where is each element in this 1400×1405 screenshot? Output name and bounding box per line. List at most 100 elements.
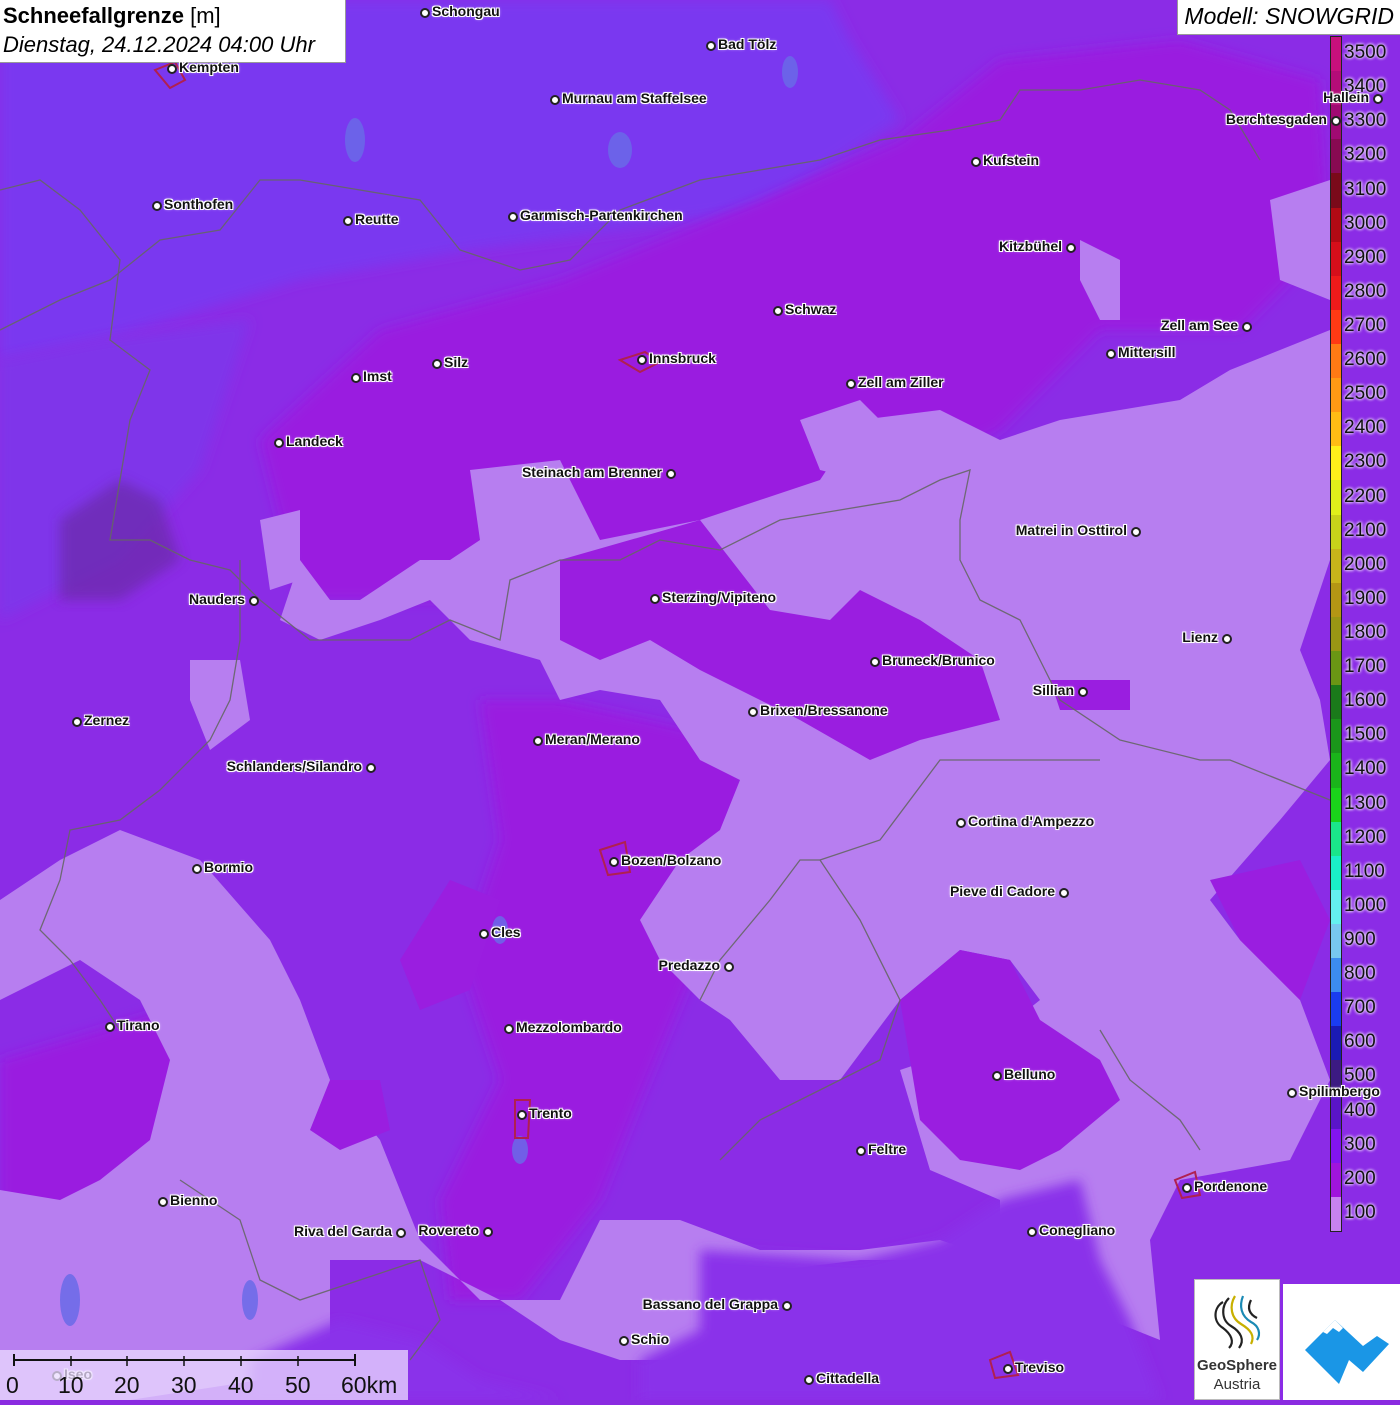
- snowgrid-app-icon[interactable]: [1283, 1284, 1400, 1400]
- city-dot-icon: [1131, 527, 1141, 537]
- scale-tick: 50: [285, 1372, 311, 1398]
- city-label: Bassano del Grappa: [642, 1296, 778, 1312]
- city-label: Garmisch-Partenkirchen: [520, 207, 683, 223]
- legend-color-swatch: [1331, 173, 1341, 209]
- city-dot-icon: [1222, 634, 1232, 644]
- city-dot-icon: [533, 736, 543, 746]
- legend-label: 1700: [1344, 656, 1387, 678]
- city-dot-icon: [396, 1228, 406, 1238]
- logo-name: GeoSphere: [1196, 1357, 1278, 1374]
- city-label: Trento: [529, 1105, 572, 1121]
- legend-label: 1500: [1344, 724, 1387, 746]
- legend-label: 600: [1344, 1031, 1376, 1053]
- city-dot-icon: [1331, 116, 1341, 126]
- legend-color-swatch: [1331, 719, 1341, 754]
- city-dot-icon: [971, 157, 981, 167]
- legend-color-swatch: [1331, 651, 1341, 686]
- city-label: Bad Tölz: [718, 36, 777, 52]
- legend-color-swatch: [1331, 958, 1341, 993]
- legend-label: 3000: [1344, 212, 1387, 234]
- legend-label: 2300: [1344, 451, 1387, 473]
- city-label: Nauders: [188, 591, 245, 607]
- city-dot-icon: [504, 1024, 514, 1034]
- map-title-box: Schneefallgrenze [m] Dienstag, 24.12.202…: [0, 0, 346, 63]
- legend-label: 2100: [1344, 519, 1387, 541]
- legend-color-swatch: [1331, 37, 1341, 72]
- city-label: Brixen/Bressanone: [760, 702, 888, 718]
- geosphere-logo[interactable]: GeoSphere Austria: [1194, 1279, 1280, 1400]
- city-dot-icon: [666, 469, 676, 479]
- city-label: Kempten: [179, 59, 239, 75]
- city-label: Imst: [363, 368, 392, 384]
- city-label: Bruneck/Brunico: [882, 652, 995, 668]
- city-label: Sillian: [1032, 682, 1074, 698]
- city-dot-icon: [167, 64, 177, 74]
- city-label: Schio: [631, 1331, 670, 1347]
- geosphere-emblem-icon: [1214, 1295, 1261, 1349]
- city-dot-icon: [343, 216, 353, 226]
- city-label: Bienno: [170, 1192, 218, 1208]
- city-label: Zell am Ziller: [858, 374, 944, 390]
- city-label: Sonthofen: [164, 196, 234, 212]
- city-dot-icon: [992, 1071, 1002, 1081]
- city-dot-icon: [637, 355, 647, 365]
- legend-label: 3300: [1344, 110, 1387, 132]
- legend-label: 1900: [1344, 587, 1387, 609]
- title-unit: [m]: [190, 3, 221, 28]
- city-dot-icon: [870, 657, 880, 667]
- legend-color-swatch: [1331, 480, 1341, 516]
- city-dot-icon: [1106, 349, 1116, 359]
- city-dot-icon: [724, 962, 734, 972]
- logo-subtitle: Austria: [1213, 1376, 1261, 1393]
- legend-label: 300: [1344, 1133, 1376, 1155]
- city-dot-icon: [1373, 94, 1383, 104]
- legend-color-swatch: [1331, 787, 1341, 823]
- city-label: Schongau: [432, 3, 500, 19]
- legend-color-swatch: [1331, 309, 1341, 345]
- legend-label: 2600: [1344, 349, 1387, 371]
- city-dot-icon: [1059, 888, 1069, 898]
- scale-tick: 30: [171, 1372, 197, 1398]
- city-label: Schwaz: [785, 301, 837, 317]
- city-label: Cittadella: [816, 1370, 880, 1386]
- legend-color-swatch: [1331, 1026, 1341, 1061]
- legend-color-swatch: [1331, 514, 1341, 550]
- city-label: Sterzing/Vipiteno: [662, 589, 777, 605]
- legend-label: 2800: [1344, 280, 1387, 302]
- legend-color-swatch: [1331, 548, 1341, 584]
- city-dot-icon: [420, 8, 430, 18]
- legend-label: 2900: [1344, 246, 1387, 268]
- legend-color-swatch: [1331, 923, 1341, 959]
- city-dot-icon: [773, 306, 783, 316]
- city-label: Bozen/Bolzano: [621, 852, 722, 868]
- legend-label: 3100: [1344, 178, 1387, 200]
- city-dot-icon: [483, 1227, 493, 1237]
- city-dot-icon: [192, 864, 202, 874]
- city-dot-icon: [432, 359, 442, 369]
- legend-color-swatch: [1331, 1162, 1341, 1198]
- city-dot-icon: [846, 379, 856, 389]
- legend-color-swatch: [1331, 582, 1341, 618]
- city-label: Murnau am Staffelsee: [562, 90, 707, 106]
- scale-tick: 60km: [341, 1372, 398, 1398]
- city-dot-icon: [856, 1146, 866, 1156]
- legend-color-swatch: [1331, 616, 1341, 652]
- legend-color-swatch: [1331, 344, 1341, 379]
- city-dot-icon: [804, 1375, 814, 1385]
- legend-label: 700: [1344, 997, 1376, 1019]
- legend-label: 1200: [1344, 826, 1387, 848]
- city-dot-icon: [249, 596, 259, 606]
- city-label: Cles: [491, 924, 521, 940]
- city-label: Zell am See: [1160, 317, 1238, 333]
- legend-label: 3200: [1344, 144, 1387, 166]
- city-dot-icon: [782, 1301, 792, 1311]
- city-dot-icon: [748, 707, 758, 717]
- city-dot-icon: [706, 41, 716, 51]
- model-label: Modell: SNOWGRID: [1177, 0, 1400, 35]
- city-label: Silz: [444, 354, 469, 370]
- city-label: Predazzo: [658, 957, 720, 973]
- legend-color-swatch: [1331, 412, 1341, 447]
- legend-color-swatch: [1331, 446, 1341, 481]
- legend-label: 2200: [1344, 485, 1387, 507]
- city-dot-icon: [479, 929, 489, 939]
